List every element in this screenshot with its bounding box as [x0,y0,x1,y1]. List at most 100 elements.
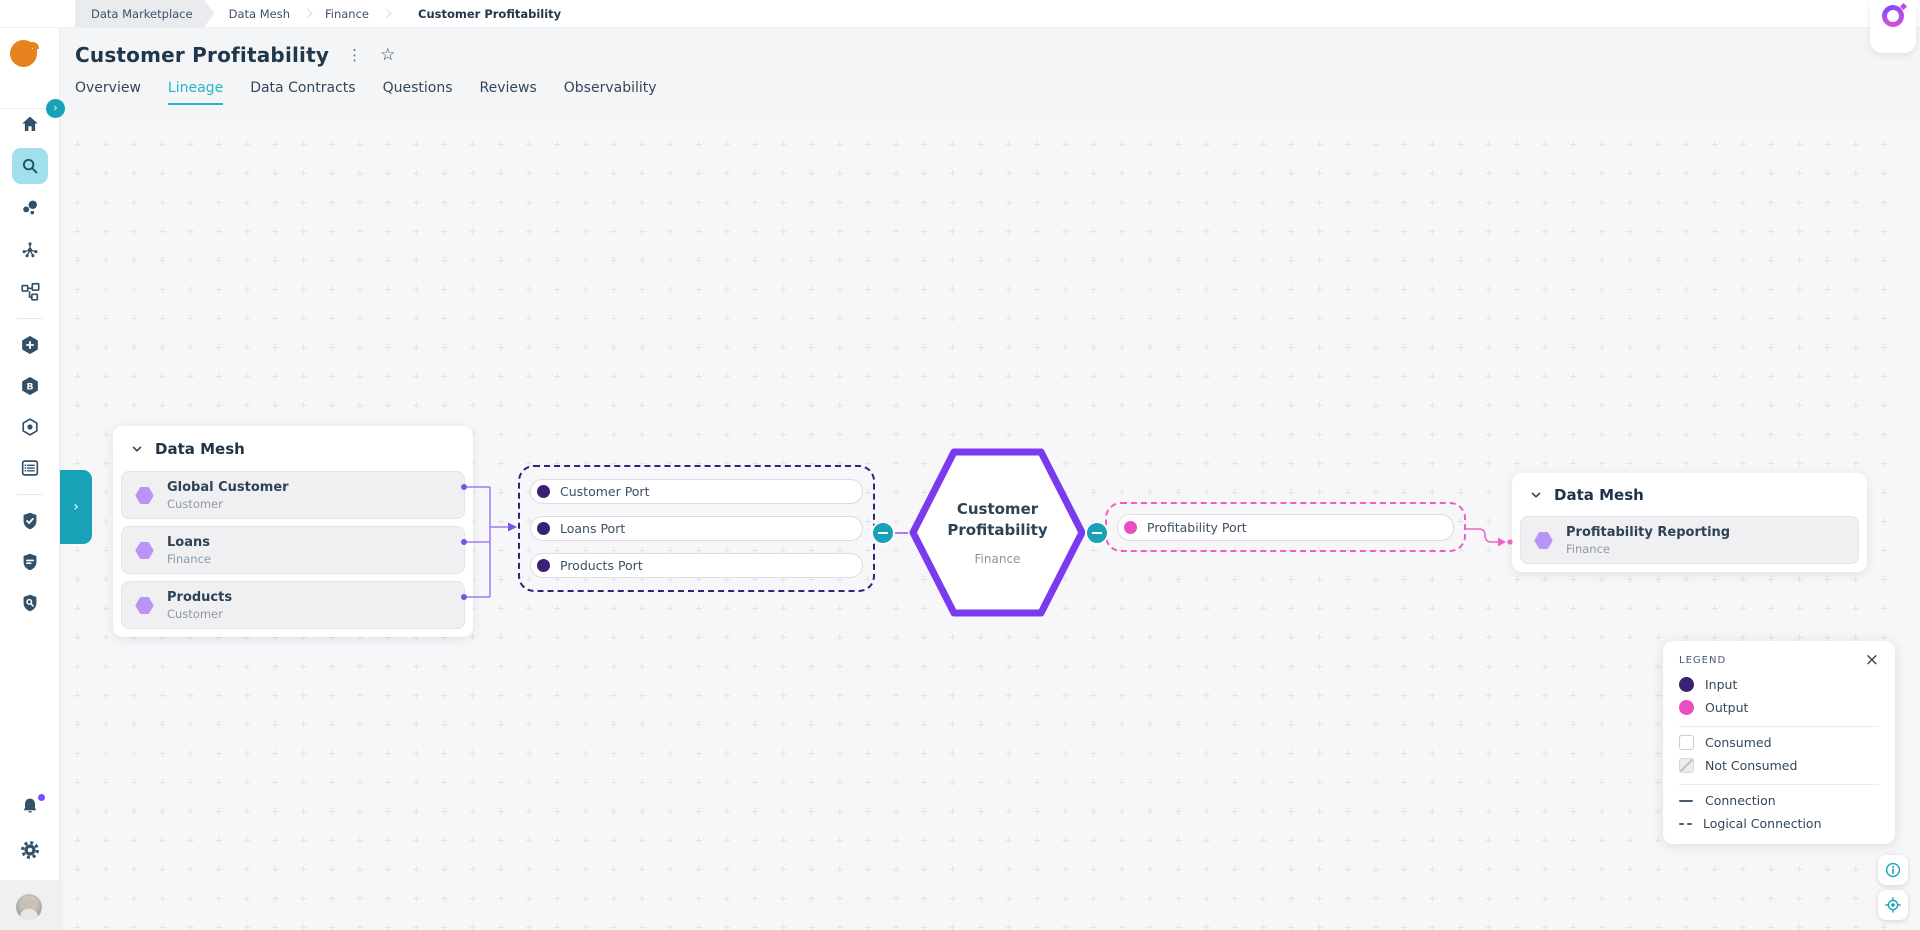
tab-overview[interactable]: Overview [75,80,141,105]
port-label: Loans Port [560,521,625,536]
input-port-icon [537,559,550,572]
hexagon-asset-icon [134,486,155,505]
divider [1679,784,1879,785]
sidebar-item-hierarchy[interactable] [12,274,48,310]
sidebar-item-policies[interactable] [12,544,48,580]
favorite-star-icon[interactable]: ☆ [380,45,395,65]
collapse-outputs-button[interactable] [1085,521,1109,545]
legend-label-output: Output [1705,700,1748,715]
info-button[interactable] [1878,855,1908,885]
user-avatar[interactable] [16,894,42,920]
group-title: Data Mesh [1554,486,1644,504]
asset-card-profitability-reporting[interactable]: Profitability Reporting Finance [1520,516,1859,564]
notification-badge [37,793,46,802]
asset-name: Products [167,590,232,605]
breadcrumb-data-marketplace[interactable]: Data Marketplace [75,0,215,28]
hexagon-asset-icon [1533,531,1554,550]
app-window: Data Marketplace Data Mesh Finance Custo… [0,0,1920,930]
svg-text:B: B [26,381,33,392]
breadcrumb: Data Marketplace Data Mesh Finance Custo… [75,0,561,28]
asset-name: Profitability Reporting [1566,525,1730,540]
asset-domain: Finance [1566,542,1730,556]
ai-assistant-button[interactable] [1882,5,1904,27]
sidebar-item-home[interactable] [12,106,48,142]
hexagon-asset-icon [134,596,155,615]
tab-observability[interactable]: Observability [564,80,657,105]
group-title: Data Mesh [155,440,245,458]
shield-search-icon [19,592,41,614]
lineage-canvas[interactable]: ++++++++++++++++++++++++++++++++++++++++… [60,122,1920,930]
hexagon-plus-icon [19,334,41,356]
home-icon [19,113,41,135]
port-profitability[interactable]: Profitability Port [1117,514,1454,541]
breadcrumb-data-mesh[interactable]: Data Mesh [229,7,290,21]
collapse-inputs-button[interactable] [871,521,895,545]
sidebar-item-add-product[interactable] [12,327,48,363]
target-group-header[interactable]: Data Mesh [1520,481,1859,509]
sidebar-item-business-glossary[interactable]: B [12,368,48,404]
sidebar-item-quality[interactable] [12,503,48,539]
settings-button[interactable] [12,832,48,868]
sidebar-item-search[interactable] [12,148,48,184]
legend-panel: LEGEND × Input Output Consumed [1663,641,1895,844]
center-view-button[interactable] [1878,890,1908,920]
left-panel-expander[interactable]: › [60,470,92,544]
gear-icon [19,839,41,861]
breadcrumb-finance[interactable]: Finance [325,7,369,21]
sidebar-footer [0,880,59,930]
source-group-panel: Data Mesh Global Customer Customer [113,426,473,637]
hexagon-asset-icon [134,541,155,560]
crosshair-target-icon [1885,897,1901,913]
page-title: Customer Profitability [75,43,329,67]
close-icon[interactable]: × [1865,653,1879,667]
sidebar-item-domains[interactable] [12,190,48,226]
org-logo[interactable] [10,38,50,70]
chevron-down-icon [131,443,143,455]
input-ports-container: Customer Port Loans Port Products Port [518,465,875,592]
legend-label-logical-connection: Logical Connection [1703,816,1822,831]
sidebar-item-audit[interactable] [12,585,48,621]
kebab-menu-icon[interactable]: ⋮ [345,46,364,64]
hexagon-b-icon: B [19,375,41,397]
logical-connection-swatch [1679,823,1692,825]
ai-ring-icon [1887,10,1899,22]
port-customer[interactable]: Customer Port [530,479,863,504]
sidebar-item-network[interactable] [12,232,48,268]
divider [1679,726,1879,727]
page-header: Customer Profitability ⋮ ☆ Overview Line… [60,28,1920,122]
asset-card-products[interactable]: Products Customer [121,581,465,629]
list-icon [19,457,41,479]
port-label: Profitability Port [1147,520,1247,535]
hexagon-dot-icon [19,416,41,438]
breadcrumb-current: Customer Profitability [418,7,561,21]
asset-card-loans[interactable]: Loans Finance [121,526,465,574]
search-icon [19,155,41,177]
legend-label-consumed: Consumed [1705,735,1772,750]
asset-card-global-customer[interactable]: Global Customer Customer [121,471,465,519]
divider [17,318,43,319]
divider [17,494,43,495]
tab-questions[interactable]: Questions [383,80,453,105]
consumed-swatch [1679,735,1694,750]
chevron-down-icon [1530,489,1542,501]
legend-title: LEGEND [1679,655,1726,666]
tab-reviews[interactable]: Reviews [480,80,537,105]
legend-label-not-consumed: Not Consumed [1705,758,1797,773]
sidebar-item-data-products[interactable] [12,409,48,445]
data-product-node[interactable]: Customer Profitability Finance [908,443,1087,622]
ai-assistant-dock [1870,0,1916,53]
top-bar: Data Marketplace Data Mesh Finance Custo… [0,0,1920,28]
sidebar-expand-button[interactable]: › [46,99,65,118]
tab-data-contracts[interactable]: Data Contracts [250,80,355,105]
tab-lineage[interactable]: Lineage [168,80,223,105]
legend-label-connection: Connection [1705,793,1776,808]
port-products[interactable]: Products Port [530,553,863,578]
notifications-button[interactable] [12,788,48,824]
chevron-right-icon [303,9,313,19]
sidebar-item-catalog[interactable] [12,450,48,486]
port-loans[interactable]: Loans Port [530,516,863,541]
tab-bar: Overview Lineage Data Contracts Question… [75,80,1920,105]
source-group-header[interactable]: Data Mesh [121,434,465,464]
port-label: Customer Port [560,484,649,499]
asset-domain: Customer [167,497,289,511]
